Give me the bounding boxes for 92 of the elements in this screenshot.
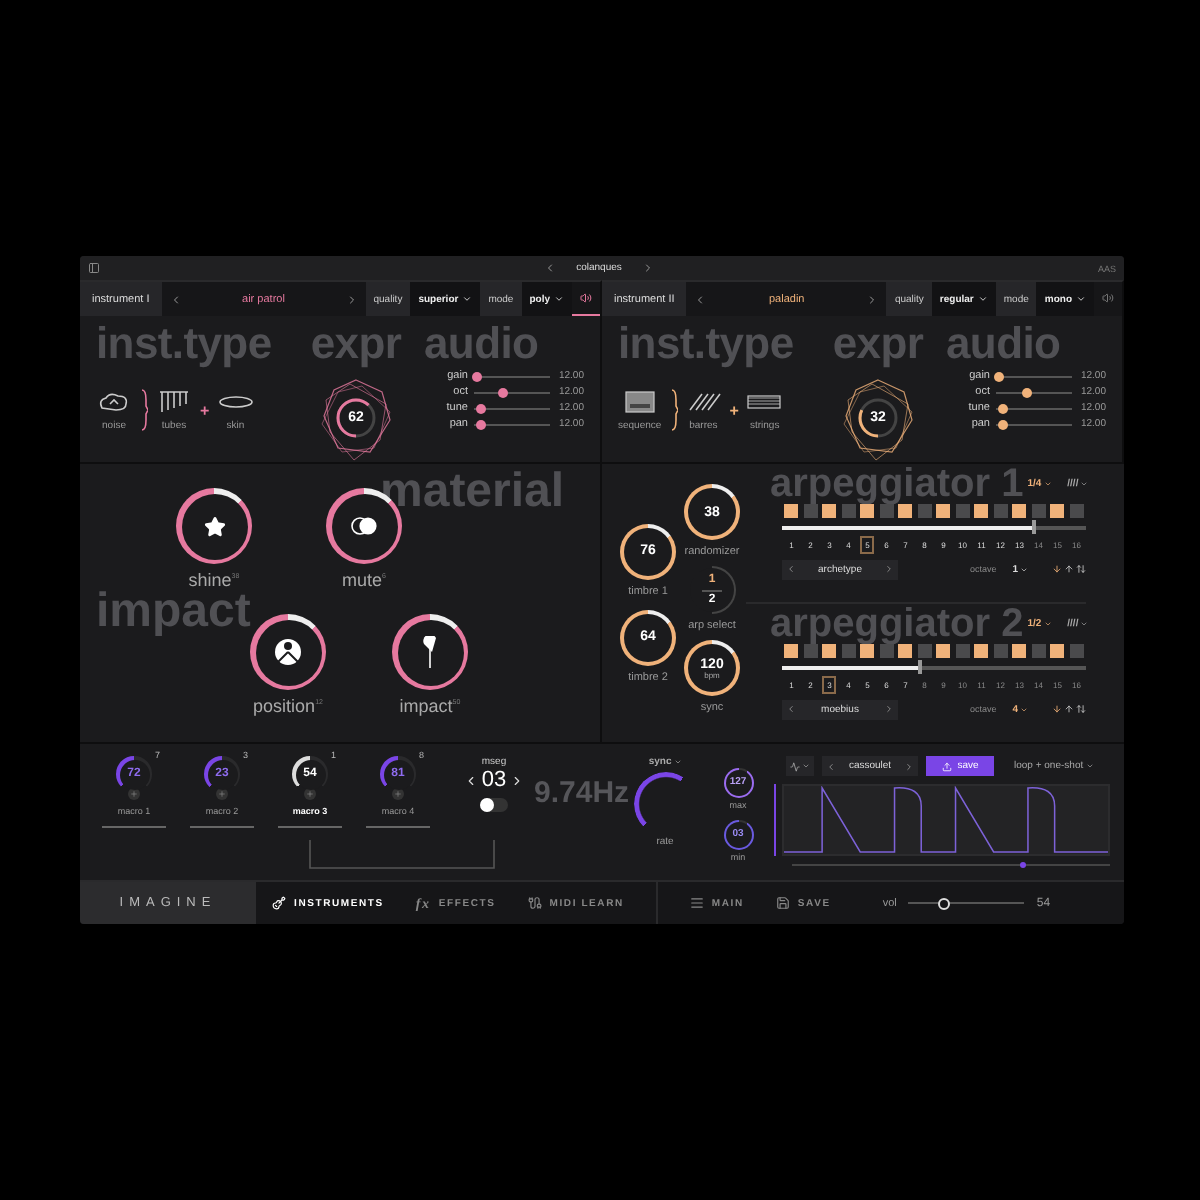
toggle-switch[interactable] <box>480 798 508 812</box>
scroll-thumb[interactable] <box>1020 862 1027 868</box>
chevron-right-icon <box>884 704 894 714</box>
chevron-left-icon <box>694 293 707 305</box>
slider-thumb[interactable] <box>497 387 508 397</box>
bracket-icon <box>669 388 678 432</box>
chevron-right-icon <box>345 293 358 305</box>
slider-thumb[interactable] <box>994 371 1005 381</box>
step-pad[interactable] <box>860 644 875 658</box>
step-pad[interactable] <box>784 504 799 518</box>
speaker-icon <box>580 292 592 304</box>
chevron-right-icon <box>904 761 914 771</box>
star-icon <box>203 515 225 537</box>
shape-dropdown[interactable] <box>786 756 814 776</box>
step-pad[interactable] <box>898 644 913 658</box>
step-pad[interactable] <box>898 504 913 518</box>
menu-icon <box>689 896 704 910</box>
slider-thumb[interactable] <box>998 419 1009 429</box>
waveform-icon <box>790 761 800 771</box>
chevron-left-icon <box>544 262 557 274</box>
tubes-icon <box>156 389 192 413</box>
guitar-icon <box>272 896 286 910</box>
upload-icon <box>941 761 952 771</box>
arrow-up-icon[interactable] <box>1064 564 1074 574</box>
step-pad[interactable] <box>974 644 989 658</box>
bracket-icon <box>140 388 148 432</box>
chevron-down-icon <box>462 294 473 304</box>
mallet-icon <box>420 636 440 668</box>
arrow-down-icon[interactable] <box>1052 564 1062 574</box>
chevron-down-icon <box>1076 294 1086 304</box>
plus-sign: + <box>200 401 210 419</box>
cable-icon <box>527 896 542 910</box>
plus-icon <box>218 790 226 798</box>
sidebar-icon[interactable] <box>88 262 100 274</box>
step-pad[interactable] <box>822 644 837 658</box>
material-knob[interactable] <box>250 614 326 690</box>
step-pad[interactable] <box>860 504 875 518</box>
bars-icon <box>685 389 722 413</box>
step-pad[interactable] <box>822 504 837 518</box>
slider-thumb[interactable] <box>937 897 950 909</box>
slider-thumb[interactable] <box>998 403 1009 413</box>
toggle-icon <box>350 516 378 536</box>
chevron-left-icon <box>786 564 796 574</box>
chevron-down-icon <box>977 294 988 304</box>
slider-thumb[interactable] <box>1022 387 1033 397</box>
arrow-down-icon[interactable] <box>1052 704 1062 714</box>
step-pad[interactable] <box>1050 644 1065 658</box>
chevron-left-icon <box>169 293 182 305</box>
up-down-arrow-icon[interactable] <box>1076 564 1086 574</box>
chevron-left-icon <box>786 704 796 714</box>
slider-thumb[interactable] <box>476 419 487 429</box>
material-knob[interactable] <box>176 488 252 564</box>
scroll-track[interactable] <box>792 864 1110 866</box>
next-button[interactable] <box>510 773 525 787</box>
cloud-icon <box>96 389 132 413</box>
step-pad[interactable] <box>784 644 799 658</box>
strings-icon <box>746 389 783 413</box>
chevron-down-icon <box>554 294 564 304</box>
plus-icon <box>394 790 402 798</box>
plus-icon <box>306 790 314 798</box>
previous-preset-button[interactable] <box>169 293 182 305</box>
chevron-right-icon <box>510 773 525 787</box>
next-preset-button[interactable] <box>345 293 358 305</box>
panel-icon <box>621 389 658 413</box>
arrow-up-icon[interactable] <box>1064 704 1074 714</box>
step-pad[interactable] <box>1012 644 1027 658</box>
segmented-circle-icon <box>274 638 302 666</box>
chevron-left-icon <box>463 773 478 787</box>
material-knob[interactable] <box>392 614 468 690</box>
chevron-right-icon <box>641 262 654 274</box>
step-pad[interactable] <box>1012 504 1027 518</box>
rate-readout: 9.74Hz <box>534 776 630 810</box>
plus-sign: + <box>729 401 739 419</box>
slider-thumb[interactable] <box>476 403 487 413</box>
plus-icon <box>130 790 138 798</box>
step-pad[interactable] <box>936 644 951 658</box>
step-pad[interactable] <box>974 504 989 518</box>
up-down-arrow-icon[interactable] <box>1076 704 1086 714</box>
slider-thumb[interactable] <box>472 371 483 381</box>
mseg-value: 03 <box>481 768 507 792</box>
chevron-right-icon <box>866 293 879 305</box>
chevron-right-icon <box>884 564 894 574</box>
chevron-left-icon <box>826 761 836 771</box>
save-icon <box>775 896 790 910</box>
slider-thumb[interactable] <box>918 660 923 674</box>
previous-button[interactable] <box>463 773 478 787</box>
step-pad[interactable] <box>936 504 951 518</box>
speaker-icon <box>1102 292 1114 304</box>
next-preset-button[interactable] <box>866 293 879 305</box>
slider-thumb[interactable] <box>1031 520 1036 534</box>
step-pad[interactable] <box>1050 504 1065 518</box>
previous-preset-button[interactable] <box>694 293 707 305</box>
